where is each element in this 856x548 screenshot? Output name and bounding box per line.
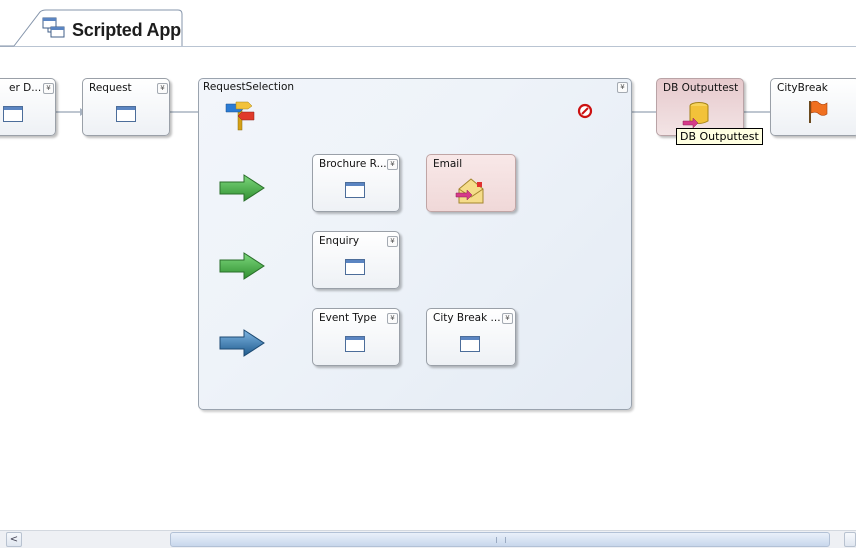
brochure-node-title: Brochure R... [319,158,387,170]
green-arrow-icon[interactable] [218,252,266,280]
event-type-node[interactable]: Event Type ¥ [312,308,400,366]
group-title: RequestSelection [203,81,295,93]
scroll-right-button[interactable] [844,532,856,547]
city-break-inner-node-title: City Break ... [433,312,501,324]
flag-icon [809,100,828,123]
db-output-node-title: DB Outputtest [663,82,739,94]
database-icon [682,102,709,129]
enquiry-node-title: Enquiry [319,235,360,247]
scroll-grip-icon [496,537,506,543]
green-arrow-icon[interactable] [218,174,266,202]
collapse-icon[interactable]: ¥ [617,82,628,93]
expand-icon[interactable]: ¥ [43,83,54,94]
scroll-left-button[interactable]: < [6,532,22,547]
email-node-title: Email [433,158,463,170]
window-icon [460,336,480,352]
event-type-node-title: Event Type [319,312,377,324]
brochure-node[interactable]: Brochure R... ¥ [312,154,400,212]
window-icon [345,336,365,352]
request-node-title: Request [89,82,132,94]
prev-node[interactable]: er D... ¥ [0,78,56,136]
window-icon [116,106,136,122]
city-break-inner-node[interactable]: City Break ... ¥ [426,308,516,366]
city-break-node-title: CityBreak [777,82,828,94]
request-selection-group[interactable]: RequestSelection ¥ [198,78,632,410]
window-icon [345,182,365,198]
expand-icon[interactable]: ¥ [387,159,398,170]
expand-icon[interactable]: ¥ [387,236,398,247]
email-node[interactable]: Email [426,154,516,212]
expand-icon[interactable]: ¥ [502,313,513,324]
horizontal-scrollbar[interactable]: < [0,530,856,548]
expand-icon[interactable]: ¥ [387,313,398,324]
email-icon [455,178,484,204]
window-icon [345,259,365,275]
city-break-node[interactable]: CityBreak [770,78,856,136]
decision-signpost-icon[interactable] [224,98,258,132]
expand-icon[interactable]: ¥ [157,83,168,94]
stop-icon[interactable] [577,103,593,119]
blue-arrow-icon[interactable] [218,329,266,357]
request-node[interactable]: Request ¥ [82,78,170,136]
prev-node-title: er D... [9,82,42,94]
window-icon [3,106,23,122]
db-output-tooltip: DB Outputtest [676,128,763,145]
enquiry-node[interactable]: Enquiry ¥ [312,231,400,289]
scroll-thumb[interactable] [170,532,830,547]
